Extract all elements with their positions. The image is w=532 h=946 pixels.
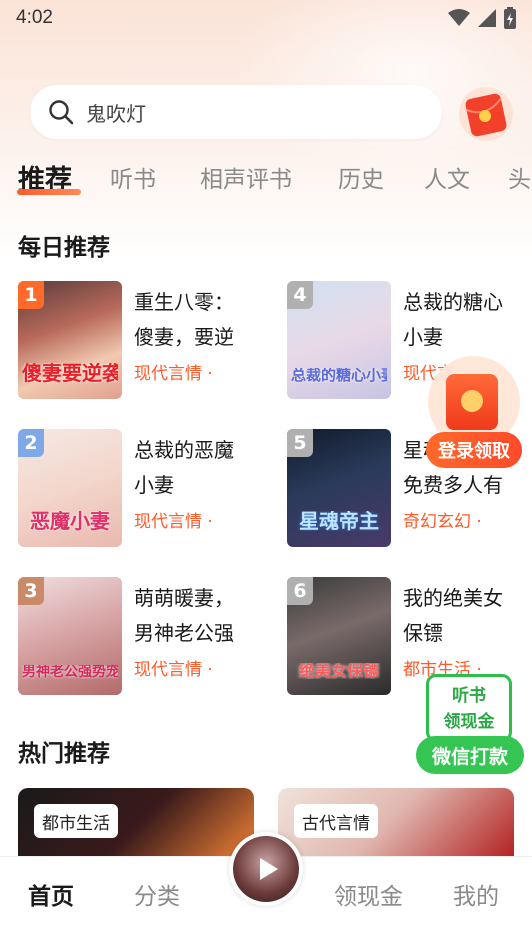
book-title: 重生八零： 傻妻，要逆 bbox=[134, 285, 252, 355]
book-genre: 现代言情 · bbox=[134, 364, 213, 384]
listen-cash-card: 听书 领现金 bbox=[426, 674, 512, 742]
book-genre: 现代言情 · bbox=[134, 660, 213, 680]
login-reward-button[interactable]: 登录领取 bbox=[426, 432, 522, 468]
wifi-icon bbox=[448, 9, 470, 26]
cover-title: 男神老公强势宠爱 bbox=[22, 665, 118, 679]
player-button[interactable] bbox=[229, 832, 303, 906]
tab-humanities[interactable]: 人文 bbox=[424, 160, 470, 194]
book-title-line1: 萌萌暖妻， bbox=[134, 586, 234, 610]
status-bar: 4:02 bbox=[0, 0, 532, 36]
status-icons bbox=[448, 7, 516, 29]
cover-title: 总裁的糖心小妻 bbox=[291, 368, 387, 383]
red-envelope-icon[interactable] bbox=[458, 86, 514, 142]
nav-home[interactable]: 首页 bbox=[28, 877, 74, 911]
search-bar[interactable]: 鬼吹灯 bbox=[30, 85, 442, 139]
book-title-line2: 免费多人有 bbox=[403, 473, 503, 497]
book-card[interactable]: 恶魔小妻 2 总裁的恶魔 小妻 现代言情 · bbox=[18, 429, 268, 551]
rank-badge: 6 bbox=[287, 577, 313, 605]
book-title-line2: 小妻 bbox=[134, 473, 174, 497]
book-title-line2: 小妻 bbox=[403, 325, 443, 349]
rank-badge: 4 bbox=[287, 281, 313, 309]
login-reward-float[interactable]: 登录领取 bbox=[426, 356, 522, 468]
book-title-line2: 保镖 bbox=[403, 621, 443, 645]
nav-categories[interactable]: 分类 bbox=[134, 877, 180, 911]
book-title: 我的绝美女 保镖 bbox=[403, 581, 521, 651]
listen-cash-line1: 听书 bbox=[452, 686, 486, 706]
wechat-payout-button[interactable]: 微信打款 bbox=[416, 736, 524, 774]
book-title: 萌萌暖妻， 男神老公强 bbox=[134, 581, 252, 651]
tab-crosstalk[interactable]: 相声评书 bbox=[200, 160, 292, 194]
section-title-hot: 热门推荐 bbox=[18, 741, 110, 767]
book-card[interactable]: 傻妻要逆袭 1 重生八零： 傻妻，要逆 现代言情 · bbox=[18, 281, 268, 403]
category-tabs: 推荐 听书 相声评书 历史 人文 头 bbox=[0, 160, 532, 204]
cover-title: 绝美女保镖 bbox=[298, 663, 379, 679]
rank-badge: 3 bbox=[18, 577, 44, 605]
book-card[interactable]: 男神老公强势宠爱 3 萌萌暖妻， 男神老公强 现代言情 · bbox=[18, 577, 268, 699]
nav-cash-rewards[interactable]: 领现金 bbox=[334, 877, 403, 911]
book-title-line1: 总裁的恶魔 bbox=[134, 438, 234, 462]
signal-icon bbox=[478, 9, 496, 27]
status-time: 4:02 bbox=[16, 7, 53, 28]
hot-card-tag: 都市生活 bbox=[34, 804, 118, 838]
tab-history[interactable]: 历史 bbox=[338, 160, 384, 194]
hot-card-tag: 古代言情 bbox=[294, 804, 378, 838]
book-title-line2: 男神老公强 bbox=[134, 621, 234, 645]
book-genre: 现代言情 · bbox=[134, 512, 213, 532]
battery-icon bbox=[504, 7, 516, 29]
tab-more[interactable]: 头 bbox=[508, 160, 531, 194]
cover-title: 傻妻要逆袭 bbox=[22, 363, 118, 383]
cover-title: 星魂帝主 bbox=[299, 511, 379, 531]
nav-profile[interactable]: 我的 bbox=[453, 877, 499, 911]
rank-badge: 1 bbox=[18, 281, 44, 309]
section-title-daily: 每日推荐 bbox=[18, 235, 110, 261]
cover-title: 恶魔小妻 bbox=[30, 511, 110, 531]
tab-active-indicator bbox=[17, 189, 81, 195]
red-envelope-icon bbox=[446, 374, 498, 430]
wechat-cash-float[interactable]: 听书 领现金 微信打款 bbox=[416, 674, 524, 776]
book-title: 总裁的糖心 小妻 bbox=[403, 285, 521, 355]
search-icon bbox=[49, 100, 74, 125]
listen-cash-line2: 领现金 bbox=[443, 712, 495, 732]
book-title: 总裁的恶魔 小妻 bbox=[134, 433, 252, 503]
book-title-line1: 总裁的糖心 bbox=[403, 290, 503, 314]
book-title-line2: 傻妻，要逆 bbox=[134, 325, 234, 349]
play-icon bbox=[259, 858, 278, 880]
search-query: 鬼吹灯 bbox=[86, 101, 146, 126]
tab-audiobook[interactable]: 听书 bbox=[110, 160, 156, 194]
rank-badge: 5 bbox=[287, 429, 313, 457]
book-title-line1: 重生八零： bbox=[134, 290, 234, 314]
book-title-line1: 我的绝美女 bbox=[403, 586, 503, 610]
rank-badge: 2 bbox=[18, 429, 44, 457]
now-playing-cover bbox=[233, 836, 299, 902]
book-genre: 奇幻玄幻 · bbox=[403, 512, 482, 532]
